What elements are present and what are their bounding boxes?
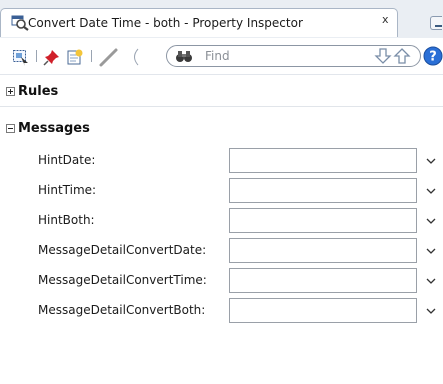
pencil-icon[interactable] [98,46,120,68]
chevron-down-icon[interactable] [425,216,437,226]
toolbar-separator [36,50,37,62]
property-label: HintDate: [38,153,96,167]
find-field[interactable] [166,45,421,67]
property-label: MessageDetailConvertDate: [38,243,207,257]
property-label: HintTime: [38,183,97,197]
select-in-editor-icon[interactable] [12,48,30,66]
find-input[interactable] [205,48,345,64]
collapse-icon[interactable] [6,124,15,133]
expand-icon[interactable] [6,87,15,96]
property-value-input[interactable] [229,268,417,293]
property-inspector-icon [11,15,29,31]
property-value-input[interactable] [229,208,417,233]
chevron-down-icon[interactable] [425,276,437,286]
window-title: Convert Date Time - both - Property Insp… [28,16,303,30]
toolbar: ? [0,38,443,75]
property-value-input[interactable] [229,298,417,323]
property-label: MessageDetailConvertTime: [38,273,207,287]
close-tab-button[interactable]: x [382,13,389,26]
chevron-down-icon[interactable] [425,306,437,316]
property-label: HintBoth: [38,213,95,227]
title-bar: Convert Date Time - both - Property Insp… [0,0,443,38]
chevron-down-icon[interactable] [425,186,437,196]
tab-property-inspector[interactable]: Convert Date Time - both - Property Insp… [0,8,398,37]
property-row: MessageDetailConvertDate: [0,238,443,263]
toolbar-separator [91,50,92,62]
arrow-up-icon[interactable] [393,47,411,65]
section-rules-label: Rules [18,84,59,99]
help-glyph: ? [429,50,437,65]
section-divider [0,106,443,107]
property-row: HintDate: [0,148,443,173]
section-messages[interactable]: Messages [0,119,443,141]
property-row: MessageDetailConvertTime: [0,268,443,293]
arrow-down-icon[interactable] [374,47,392,65]
section-rules[interactable]: Rules [0,82,443,104]
property-row: HintTime: [0,178,443,203]
property-label: MessageDetailConvertBoth: [38,303,206,317]
chevron-down-icon[interactable] [425,246,437,256]
help-icon[interactable]: ? [423,46,443,66]
section-messages-label: Messages [18,121,90,136]
pin-icon[interactable] [43,48,61,66]
property-value-input[interactable] [229,178,417,203]
property-value-input[interactable] [229,238,417,263]
minimize-button[interactable] [430,16,442,30]
property-row: HintBoth: [0,208,443,233]
search-divider-icon [134,48,139,66]
edit-component-icon[interactable] [66,48,84,66]
binoculars-icon [176,51,192,62]
chevron-down-icon[interactable] [425,156,437,166]
property-value-input[interactable] [229,148,417,173]
property-row: MessageDetailConvertBoth: [0,298,443,323]
